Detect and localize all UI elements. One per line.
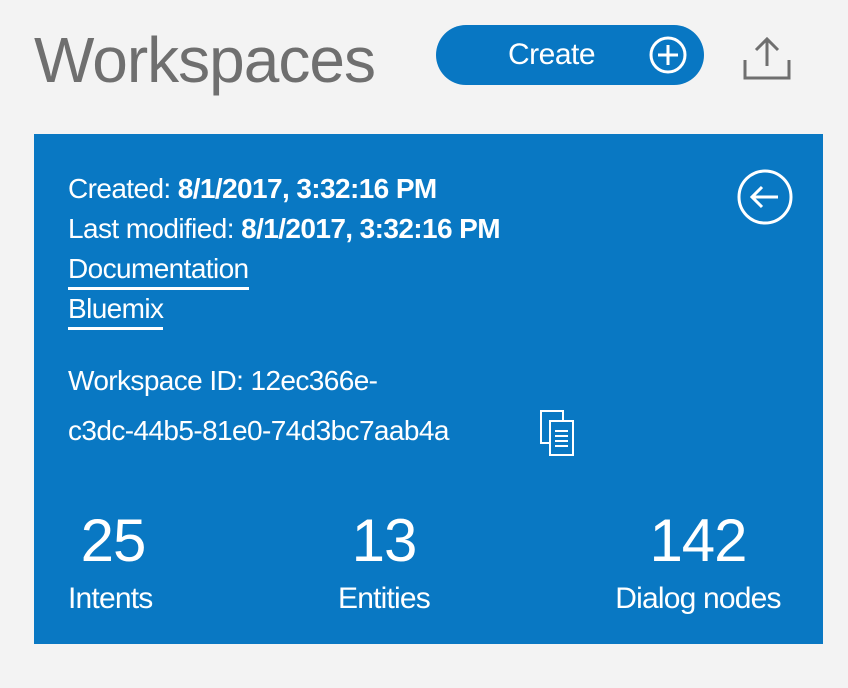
create-button-label: Create	[508, 38, 596, 71]
created-label: Created:	[68, 173, 171, 204]
created-line: Created: 8/1/2017, 3:32:16 PM	[68, 172, 437, 206]
workspace-id-line-1: Workspace ID: 12ec366e-	[68, 365, 378, 396]
copy-icon[interactable]	[539, 409, 575, 457]
dialog-nodes-count: 142	[649, 507, 747, 574]
intents-count: 25	[80, 507, 147, 574]
last-modified-line: Last modified: 8/1/2017, 3:32:16 PM	[68, 212, 501, 246]
page-title: Workspaces	[34, 24, 376, 96]
last-modified-value: 8/1/2017, 3:32:16 PM	[241, 213, 500, 244]
entities-count: 13	[351, 507, 418, 574]
upload-icon[interactable]	[742, 36, 792, 82]
entities-label: Entities	[338, 582, 431, 615]
workspace-id-line-2: c3dc-44b5-81e0-74d3bc7aab4a	[68, 415, 449, 446]
bluemix-link[interactable]: Bluemix	[68, 292, 164, 330]
arrow-left-circle-icon[interactable]	[736, 168, 794, 226]
intents-label: Intents	[68, 582, 153, 615]
dialog-nodes-label: Dialog nodes	[615, 582, 781, 615]
documentation-link[interactable]: Documentation	[68, 252, 249, 290]
created-value: 8/1/2017, 3:32:16 PM	[177, 173, 437, 204]
plus-circle-icon	[649, 36, 687, 74]
workspace-card[interactable]: Created: 8/1/2017, 3:32:16 PM Last modif…	[34, 134, 823, 644]
create-button[interactable]: Create	[436, 25, 704, 85]
last-modified-label: Last modified:	[68, 213, 235, 244]
